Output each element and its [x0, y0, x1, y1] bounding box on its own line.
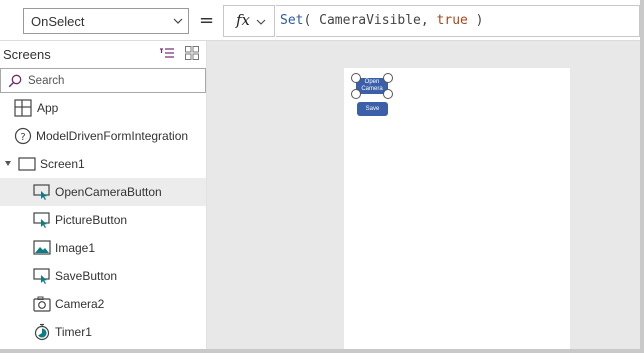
tree-view-icon[interactable]	[159, 47, 175, 61]
chevron-down-icon	[256, 19, 266, 25]
tree-item-label: PictureButton	[55, 213, 128, 227]
chevron-down-icon	[173, 18, 183, 24]
tree-item-camera2[interactable]: Camera2	[0, 290, 206, 318]
help-circle-icon: ?	[14, 127, 32, 145]
tree-item-screen1[interactable]: Screen1	[0, 150, 206, 178]
equals-sign: =	[199, 10, 215, 31]
app-icon	[14, 99, 32, 117]
tree-item-app[interactable]: App	[0, 94, 206, 122]
tree-item-label: SaveButton	[55, 269, 118, 283]
app-window: OnSelect = fx Set( CameraVisible, true )…	[0, 0, 640, 349]
tree-view-panel: Screens Search App ? ModelDrivenFormInte…	[0, 41, 207, 349]
search-input[interactable]	[28, 72, 198, 89]
screen-preview[interactable]: Open Camera Save	[344, 68, 570, 349]
tree-item-modeldrivenformintegration[interactable]: ? ModelDrivenFormIntegration	[0, 122, 206, 150]
tree-item-label: Timer1	[55, 325, 92, 339]
tree-item-picturebutton[interactable]: PictureButton	[0, 206, 206, 234]
formula-separator: ,	[420, 13, 437, 28]
tree-item-label: Camera2	[55, 297, 105, 311]
fx-icon: fx	[236, 11, 251, 29]
resize-handle-top-left[interactable]	[351, 73, 361, 83]
formula-input[interactable]: Set( CameraVisible, true )	[276, 5, 640, 37]
formula-bar: OnSelect = fx Set( CameraVisible, true )	[0, 0, 640, 41]
property-dropdown[interactable]: OnSelect	[23, 8, 189, 34]
caret-down-icon[interactable]	[4, 160, 12, 168]
tree-item-image1[interactable]: Image1	[0, 234, 206, 262]
formula-argument: CameraVisible	[319, 13, 421, 28]
open-camera-button-label-line1: Open	[364, 79, 380, 85]
property-dropdown-value: OnSelect	[31, 14, 85, 29]
tree-item-opencamerabutton[interactable]: OpenCameraButton	[0, 178, 206, 206]
svg-text:?: ?	[20, 132, 25, 143]
camera-icon	[33, 296, 51, 312]
tree-item-savebutton[interactable]: SaveButton	[0, 262, 206, 290]
timer-icon	[34, 323, 50, 341]
button-icon	[33, 212, 50, 228]
tree-item-label: Image1	[55, 241, 96, 255]
resize-handle-bottom-left[interactable]	[351, 89, 361, 99]
resize-handle-top-right[interactable]	[383, 73, 393, 83]
tree-item-label: Screen1	[40, 157, 85, 171]
tree-item-label: ModelDrivenFormIntegration	[36, 129, 189, 143]
tree-item-label: App	[37, 101, 59, 115]
thumbnail-view-icon[interactable]	[185, 46, 199, 60]
formula-close-paren: )	[467, 13, 484, 28]
open-camera-button-label-line2: Camera	[361, 86, 383, 92]
button-icon	[33, 184, 50, 200]
formula-value: true	[436, 13, 468, 28]
design-canvas[interactable]: Open Camera Save	[207, 41, 640, 349]
search-icon	[8, 74, 22, 88]
button-icon	[33, 268, 50, 284]
tree-item-timer1[interactable]: Timer1	[0, 318, 206, 346]
tree-item-label: OpenCameraButton	[55, 185, 162, 199]
screen-icon	[18, 157, 36, 171]
panel-title: Screens	[3, 47, 51, 62]
function-button[interactable]: fx	[223, 5, 275, 37]
panel-header: Screens	[0, 41, 206, 67]
formula-function: Set	[280, 13, 304, 28]
search-box	[0, 68, 206, 93]
image-icon	[33, 240, 51, 255]
resize-handle-bottom-right[interactable]	[383, 89, 393, 99]
save-button[interactable]: Save	[357, 102, 388, 116]
formula-open-paren: (	[303, 13, 320, 28]
